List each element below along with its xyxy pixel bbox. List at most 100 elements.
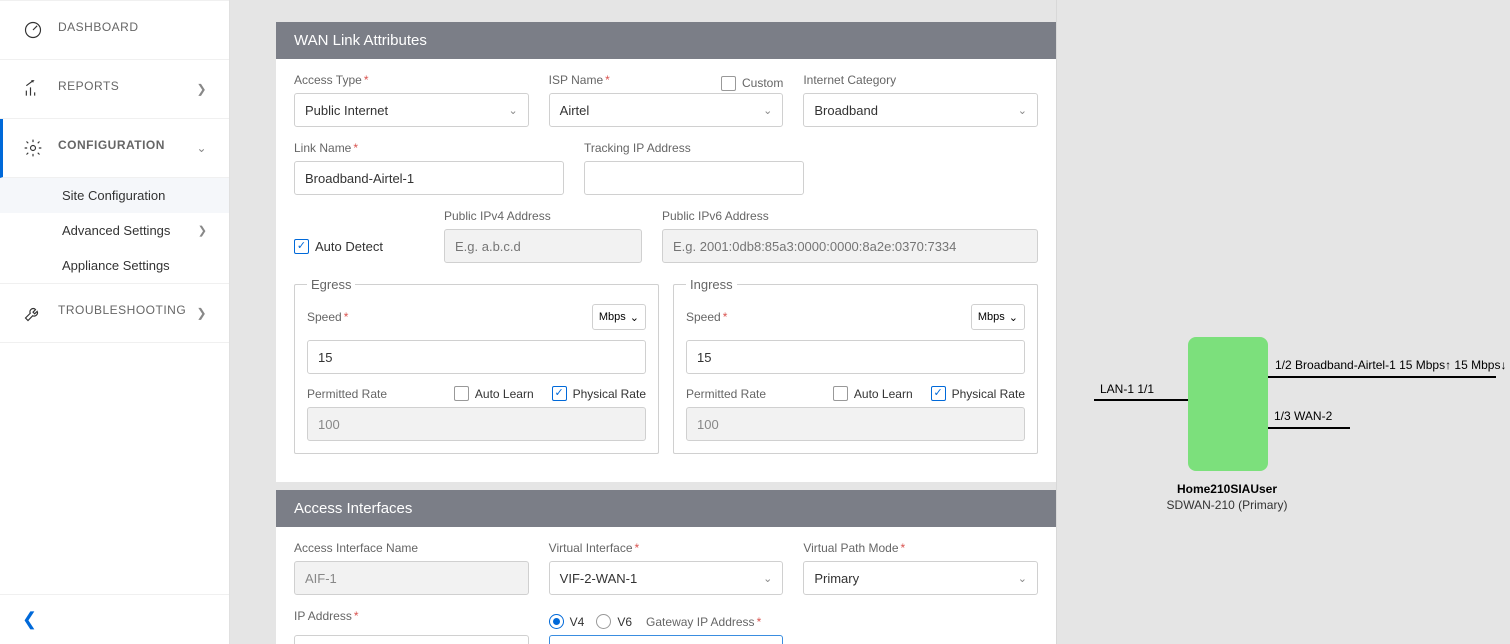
checkbox-label: Custom: [742, 76, 783, 90]
select-value: Airtel: [560, 103, 590, 118]
configuration-subitems: Site Configuration Advanced Settings ❯ A…: [0, 178, 229, 283]
chevron-right-icon: ❯: [198, 224, 207, 237]
form-area: WAN Link Attributes Access Type Public I…: [276, 0, 1056, 644]
panel-header: WAN Link Attributes: [276, 22, 1056, 59]
label-ip-address: IP Address: [294, 609, 529, 623]
select-value: VIF-2-WAN-1: [560, 571, 638, 586]
input-egress-speed[interactable]: [307, 340, 646, 374]
label-egress-permitted: Permitted Rate: [307, 387, 387, 401]
select-value: Broadband: [814, 103, 878, 118]
nav-troubleshooting-label: TROUBLESHOOTING: [58, 303, 186, 317]
nav-reports[interactable]: REPORTS ❯: [0, 60, 229, 119]
radio-v4[interactable]: V4: [549, 614, 585, 629]
radio-v6[interactable]: V6: [596, 614, 632, 629]
fieldset-ingress: Ingress Speed Mbps ⌄ Permitted Rate: [673, 277, 1038, 454]
checkbox-label: Auto Learn: [475, 387, 534, 401]
panel-wan-link: WAN Link Attributes Access Type Public I…: [276, 22, 1056, 482]
checkbox-label: Auto Detect: [315, 239, 383, 254]
select-value: Public Internet: [305, 103, 388, 118]
select-value: Mbps: [599, 311, 626, 323]
caret-down-icon: ⌄: [1009, 311, 1018, 324]
nav-dashboard-label: DASHBOARD: [58, 20, 139, 34]
label-tracking-ip: Tracking IP Address: [584, 141, 804, 155]
checkbox-label: Physical Rate: [952, 387, 1025, 401]
checkbox-custom[interactable]: Custom: [721, 76, 783, 91]
gutter: [230, 0, 276, 644]
select-value: Mbps: [978, 311, 1005, 323]
panel-header: Access Interfaces: [276, 490, 1056, 527]
input-egress-permitted: [307, 407, 646, 441]
checkbox-auto-detect[interactable]: Auto Detect: [294, 239, 383, 254]
checkbox-egress-physical[interactable]: Physical Rate: [552, 386, 646, 401]
chevron-left-icon: ❮: [22, 609, 37, 629]
label-ingress-permitted: Permitted Rate: [686, 387, 766, 401]
sidebar-item-advanced-settings[interactable]: Advanced Settings ❯: [0, 213, 229, 248]
nav-troubleshooting[interactable]: TROUBLESHOOTING ❯: [0, 283, 229, 343]
label-virtual-if: Virtual Interface: [549, 541, 784, 555]
label-access-type: Access Type: [294, 73, 529, 87]
nav-reports-label: REPORTS: [58, 79, 119, 93]
fieldset-egress: Egress Speed Mbps ⌄ Permitted Rate: [294, 277, 659, 454]
wrench-icon: [22, 302, 44, 324]
checkbox-ingress-physical[interactable]: Physical Rate: [931, 386, 1025, 401]
select-value: Primary: [814, 571, 859, 586]
device-box[interactable]: [1188, 337, 1268, 471]
checkbox-icon: [454, 386, 469, 401]
main-area: WAN Link Attributes Access Type Public I…: [276, 0, 1510, 644]
caret-down-icon: ⌄: [763, 572, 772, 585]
checkbox-ingress-autolearn[interactable]: Auto Learn: [833, 386, 913, 401]
nav-configuration-label: CONFIGURATION: [58, 138, 165, 152]
chevron-down-icon: ⌄: [196, 141, 207, 155]
select-vpath-mode[interactable]: Primary ⌄: [803, 561, 1038, 595]
wan1-connector-line: [1268, 376, 1496, 378]
input-ip-address[interactable]: [294, 635, 529, 644]
wan1-label: 1/2 Broadband-Airtel-1 15 Mbps↑ 15 Mbps↓: [1275, 358, 1506, 372]
panel-access-interfaces: Access Interfaces Access Interface Name …: [276, 490, 1056, 644]
input-ingress-speed[interactable]: [686, 340, 1025, 374]
label-egress-speed: Speed: [307, 310, 348, 324]
input-pub-ipv6: [662, 229, 1038, 263]
checkbox-icon: [294, 239, 309, 254]
panel-body: Access Type Public Internet ⌄ ISP Name C…: [276, 59, 1056, 482]
input-gateway-ip[interactable]: [549, 635, 784, 644]
sidebar-item-appliance-settings[interactable]: Appliance Settings: [0, 248, 229, 283]
nav-dashboard[interactable]: DASHBOARD: [0, 0, 229, 60]
checkbox-egress-autolearn[interactable]: Auto Learn: [454, 386, 534, 401]
label-link-name: Link Name: [294, 141, 564, 155]
input-link-name[interactable]: [294, 161, 564, 195]
radio-icon: [549, 614, 564, 629]
chevron-right-icon: ❯: [196, 82, 207, 96]
checkbox-icon: [552, 386, 567, 401]
caret-down-icon: ⌄: [630, 311, 639, 324]
select-egress-unit[interactable]: Mbps ⌄: [592, 304, 646, 330]
legend-ingress: Ingress: [686, 277, 737, 292]
select-isp-name[interactable]: Airtel ⌄: [549, 93, 784, 127]
input-tracking-ip[interactable]: [584, 161, 804, 195]
caret-down-icon: ⌄: [508, 104, 517, 117]
input-ingress-permitted: [686, 407, 1025, 441]
checkbox-label: Physical Rate: [573, 387, 646, 401]
sidebar-item-site-configuration[interactable]: Site Configuration: [0, 178, 229, 213]
sidebar: DASHBOARD REPORTS ❯ CONFIGURATION ⌄ Site…: [0, 0, 230, 644]
checkbox-label: Auto Learn: [854, 387, 913, 401]
caret-down-icon: ⌄: [1018, 104, 1027, 117]
select-internet-category[interactable]: Broadband ⌄: [803, 93, 1038, 127]
checkbox-icon: [833, 386, 848, 401]
select-virtual-if[interactable]: VIF-2-WAN-1 ⌄: [549, 561, 784, 595]
select-ingress-unit[interactable]: Mbps ⌄: [971, 304, 1025, 330]
radio-label: V6: [617, 615, 632, 629]
label-aif-name: Access Interface Name: [294, 541, 529, 555]
device-title: Home210SIAUser: [1127, 482, 1327, 496]
checkbox-icon: [721, 76, 736, 91]
subitem-label: Advanced Settings: [62, 223, 170, 238]
wan2-label: 1/3 WAN-2: [1274, 409, 1332, 423]
caret-down-icon: ⌄: [763, 104, 772, 117]
gear-icon: [22, 137, 44, 159]
collapse-sidebar-button[interactable]: ❮: [0, 594, 229, 644]
lan-label: LAN-1 1/1: [1100, 382, 1154, 396]
nav-configuration[interactable]: CONFIGURATION ⌄: [0, 119, 229, 178]
panel-body: Access Interface Name Virtual Interface …: [276, 527, 1056, 644]
select-access-type[interactable]: Public Internet ⌄: [294, 93, 529, 127]
radio-group-ipver: V4 V6: [549, 614, 632, 629]
wan2-connector-line: [1268, 427, 1350, 429]
